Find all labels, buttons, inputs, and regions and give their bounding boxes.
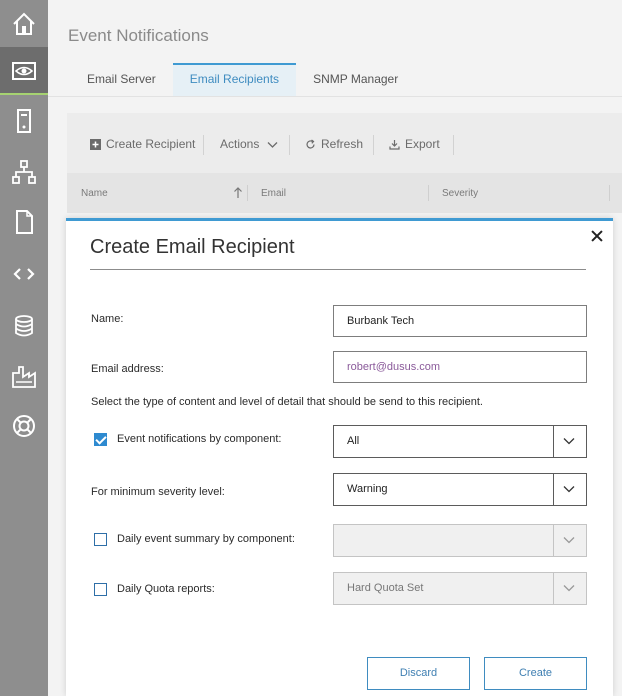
chevron-down-icon: [267, 141, 278, 148]
table-toolbar: Create Recipient Actions Refresh Export: [67, 113, 622, 173]
quota-reports-select[interactable]: Hard Quota Set: [333, 572, 587, 605]
event-notifications-value: All: [347, 435, 360, 447]
table-header: Name Email Severity: [67, 173, 622, 213]
export-label: Export: [405, 137, 440, 151]
daily-summary-label: Daily event summary by component:: [117, 533, 295, 545]
email-field[interactable]: robert@dusus.com: [333, 351, 587, 383]
database-icon: [15, 315, 33, 337]
event-notifications-label: Event notifications by component:: [117, 433, 282, 445]
create-button[interactable]: Create: [484, 657, 587, 690]
nav-hardware[interactable]: [0, 97, 48, 145]
toolbar-divider: [289, 135, 290, 155]
nav-home[interactable]: [0, 0, 48, 48]
tab-email-recipients[interactable]: Email Recipients: [172, 63, 297, 97]
create-email-recipient-dialog: Create Email Recipient Name: Burbank Tec…: [66, 218, 613, 696]
monitoring-eye-icon: [12, 62, 36, 80]
toolbar-divider: [373, 135, 374, 155]
refresh-label: Refresh: [321, 137, 364, 151]
event-notifications-select[interactable]: All: [333, 425, 587, 458]
toolbar-divider: [453, 135, 454, 155]
nav-monitoring[interactable]: [0, 47, 48, 95]
toolbar-divider: [203, 135, 204, 155]
actions-label: Actions: [220, 137, 260, 151]
min-severity-label: For minimum severity level:: [91, 486, 225, 498]
actions-menu-button[interactable]: Actions: [220, 137, 278, 151]
add-icon: [90, 138, 101, 150]
column-header-email[interactable]: Email: [261, 188, 286, 199]
nav-files[interactable]: [0, 198, 48, 246]
nav-network[interactable]: [0, 148, 48, 196]
home-icon: [13, 12, 35, 35]
nav-protocols[interactable]: [0, 250, 48, 298]
name-label: Name:: [91, 313, 124, 325]
title-divider: [90, 269, 586, 270]
chevron-down-icon: [563, 486, 575, 493]
nav-services[interactable]: [0, 352, 48, 400]
quota-reports-value: Hard Quota Set: [347, 582, 424, 594]
refresh-icon: [306, 139, 315, 148]
document-icon: [16, 210, 33, 234]
sort-ascending-icon[interactable]: [233, 187, 243, 199]
email-label: Email address:: [91, 363, 164, 375]
column-header-severity[interactable]: Severity: [442, 188, 478, 199]
chevron-down-icon: [563, 537, 575, 544]
export-button[interactable]: Export: [389, 137, 440, 151]
code-icon: [13, 268, 35, 280]
factory-icon: [12, 366, 36, 388]
chevron-down-icon: [563, 585, 575, 592]
page-title: Event Notifications: [68, 26, 209, 45]
help-lifebuoy-icon: [13, 415, 35, 437]
column-divider: [609, 185, 610, 201]
min-severity-value: Warning: [347, 483, 388, 495]
min-severity-select[interactable]: Warning: [333, 473, 587, 506]
tab-bar: Email Server Email Recipients SNMP Manag…: [70, 63, 415, 97]
daily-summary-select[interactable]: [333, 524, 587, 557]
tabs-divider: [48, 96, 622, 97]
column-header-name[interactable]: Name: [81, 188, 108, 199]
event-notifications-checkbox[interactable]: [94, 433, 107, 446]
network-topology-icon: [12, 160, 36, 184]
create-recipient-button[interactable]: Create Recipient: [90, 137, 195, 151]
side-nav-rail: [0, 0, 48, 696]
name-field[interactable]: Burbank Tech: [333, 305, 587, 337]
chevron-down-icon: [563, 438, 575, 445]
column-divider: [428, 185, 429, 201]
tab-email-server[interactable]: Email Server: [70, 63, 173, 97]
refresh-button[interactable]: Refresh: [305, 137, 363, 151]
tab-snmp-manager[interactable]: SNMP Manager: [296, 63, 415, 97]
quota-reports-label: Daily Quota reports:: [117, 583, 215, 595]
discard-button[interactable]: Discard: [367, 657, 470, 690]
nav-storage[interactable]: [0, 302, 48, 350]
quota-reports-checkbox[interactable]: [94, 583, 107, 596]
create-recipient-label: Create Recipient: [106, 137, 196, 151]
close-icon[interactable]: [590, 229, 604, 243]
export-download-icon: [389, 139, 400, 150]
daily-summary-checkbox[interactable]: [94, 533, 107, 546]
instructions-text: Select the type of content and level of …: [91, 396, 483, 408]
nav-support[interactable]: [0, 402, 48, 450]
server-icon: [17, 109, 31, 133]
dialog-title: Create Email Recipient: [90, 236, 295, 258]
column-divider: [247, 185, 248, 201]
